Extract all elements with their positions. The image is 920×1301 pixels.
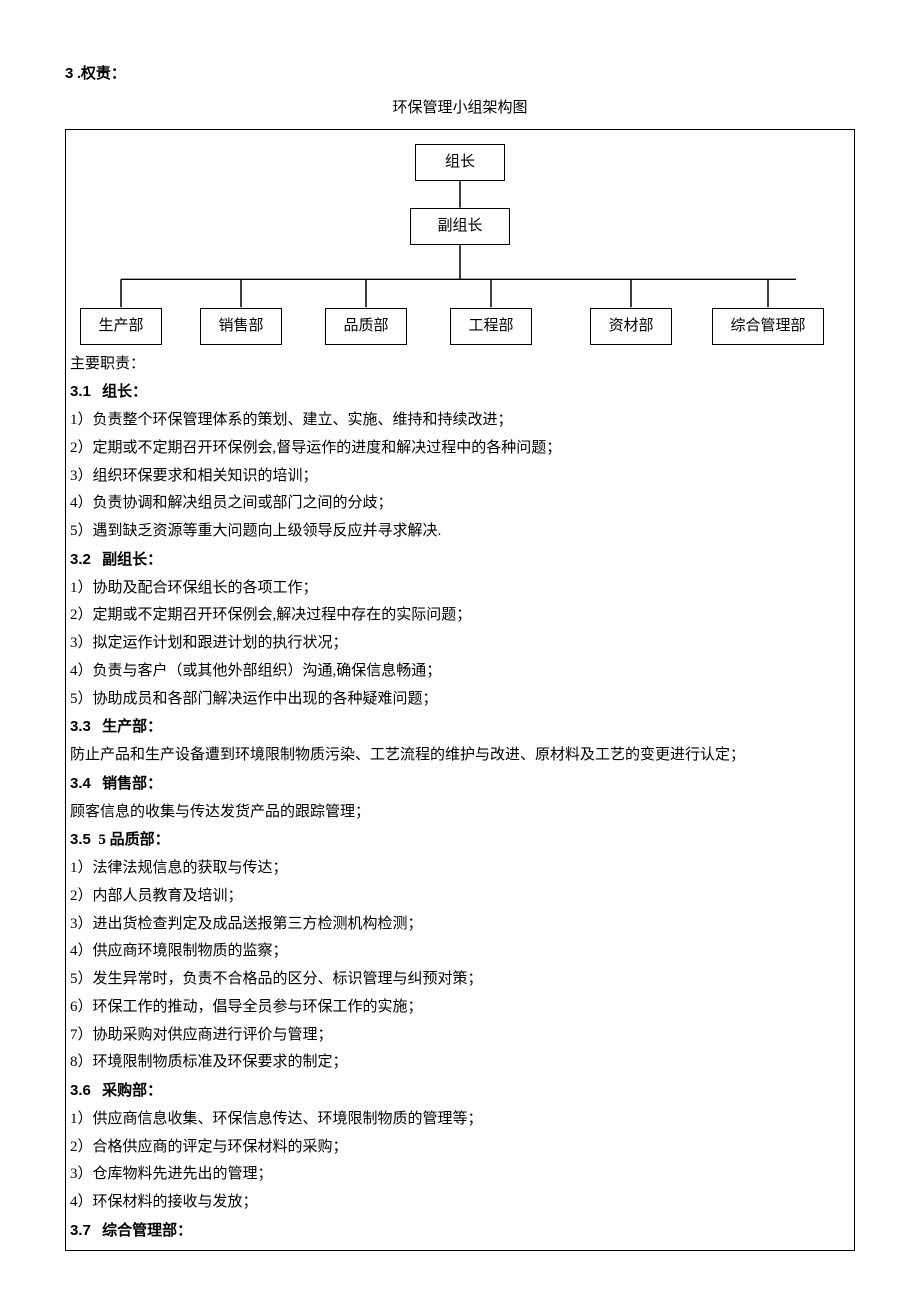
section-3-5-num: 3.5 (70, 831, 91, 848)
org-node-dept-0: 生产部 (80, 308, 162, 346)
org-chart-title: 环保管理小组架构图 (65, 95, 855, 123)
section-3-2-heading: 3.2 副组长： (70, 546, 850, 575)
org-chart: 组长 副组长 生产部 销售部 品质部 工程部 资材部 综合管理部 (65, 129, 855, 347)
org-node-deputy: 副组长 (410, 208, 510, 246)
section-3-4-num: 3.4 (70, 775, 91, 792)
s35-item-8: 8）环境限制物质标准及环保要求的制定； (70, 1049, 850, 1077)
s35-item-4: 4）供应商环境限制物质的监察； (70, 938, 850, 966)
org-node-dept-4: 资材部 (590, 308, 672, 346)
section-3-6-heading: 3.6 采购部： (70, 1077, 850, 1106)
s35-item-5: 5）发生异常时，负责不合格品的区分、标识管理与纠预对策； (70, 966, 850, 994)
content-frame: 主要职责： 3.1 组长： 1）负责整个环保管理体系的策划、建立、实施、维持和持… (65, 347, 855, 1251)
s34-body: 顾客信息的收集与传达发货产品的跟踪管理； (70, 799, 850, 827)
s35-item-7: 7）协助采购对供应商进行评价与管理； (70, 1022, 850, 1050)
section-3-1-heading: 3.1 组长： (70, 378, 850, 407)
section-3-3-num: 3.3 (70, 718, 91, 735)
section-3-3-heading: 3.3 生产部： (70, 713, 850, 742)
s31-item-2: 2）定期或不定期召开环保例会,督导运作的进度和解决过程中的各种问题； (70, 435, 850, 463)
s32-item-3: 3）拟定运作计划和跟进计划的执行状况； (70, 630, 850, 658)
section-3-7-heading: 3.7 综合管理部： (70, 1217, 850, 1246)
top-section-number: 3 (65, 65, 73, 82)
s36-item-2: 2）合格供应商的评定与环保材料的采购； (70, 1134, 850, 1162)
s36-item-3: 3）仓库物料先进先出的管理； (70, 1161, 850, 1189)
section-3-5-heading: 3.5 5 品质部： (70, 826, 850, 855)
org-node-dept-2: 品质部 (325, 308, 407, 346)
s36-item-1: 1）供应商信息收集、环保信息传达、环境限制物质的管理等； (70, 1106, 850, 1134)
section-3-1-title: 组长： (102, 384, 147, 400)
section-3-6-num: 3.6 (70, 1082, 91, 1099)
org-node-dept-5: 综合管理部 (712, 308, 824, 346)
s31-item-4: 4）负责协调和解决组员之间或部门之间的分歧； (70, 490, 850, 518)
s35-item-6: 6）环保工作的推动，倡导全员参与环保工作的实施； (70, 994, 850, 1022)
s32-item-5: 5）协助成员和各部门解决运作中出现的各种疑难问题； (70, 686, 850, 714)
section-3-2-num: 3.2 (70, 551, 91, 568)
org-node-dept-1: 销售部 (200, 308, 282, 346)
org-node-leader: 组长 (415, 144, 505, 182)
s36-item-4: 4）环保材料的接收与发放； (70, 1189, 850, 1217)
s32-item-4: 4）负责与客户（或其他外部组织）沟通,确保信息畅通； (70, 658, 850, 686)
section-3-5-title: 5 品质部： (98, 832, 169, 848)
top-section-heading: 3 .权责： (65, 60, 855, 89)
section-3-4-title: 销售部： (102, 776, 162, 792)
s35-item-1: 1）法律法规信息的获取与传达； (70, 855, 850, 883)
section-3-1-num: 3.1 (70, 383, 91, 400)
s32-item-2: 2）定期或不定期召开环保例会,解决过程中存在的实际问题； (70, 602, 850, 630)
s31-item-5: 5）遇到缺乏资源等重大问题向上级领导反应并寻求解决. (70, 518, 850, 546)
s31-item-3: 3）组织环保要求和相关知识的培训； (70, 463, 850, 491)
section-3-7-num: 3.7 (70, 1222, 91, 1239)
section-3-7-title: 综合管理部： (102, 1223, 192, 1239)
section-3-2-title: 副组长： (102, 552, 162, 568)
main-responsibilities-heading: 主要职责： (70, 351, 850, 379)
s35-item-3: 3）进出货检查判定及成品送报第三方检测机构检测； (70, 911, 850, 939)
org-node-dept-3: 工程部 (450, 308, 532, 346)
section-3-6-title: 采购部： (102, 1083, 162, 1099)
section-3-4-heading: 3.4 销售部： (70, 770, 850, 799)
section-3-3-title: 生产部： (102, 719, 162, 735)
s31-item-1: 1）负责整个环保管理体系的策划、建立、实施、维持和持续改进； (70, 407, 850, 435)
s32-item-1: 1）协助及配合环保组长的各项工作； (70, 575, 850, 603)
s35-item-2: 2）内部人员教育及培训； (70, 883, 850, 911)
s33-body: 防止产品和生产设备遭到环境限制物质污染、工艺流程的维护与改进、原材料及工艺的变更… (70, 742, 850, 770)
top-section-label: .权责： (77, 66, 126, 82)
